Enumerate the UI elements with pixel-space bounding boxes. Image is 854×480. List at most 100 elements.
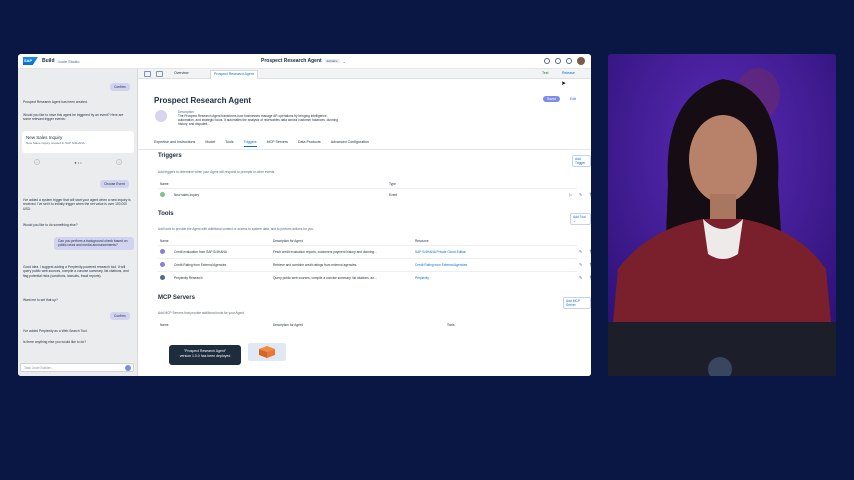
delete-icon[interactable]: 🗑 — [589, 249, 591, 254]
tool-resource-link[interactable]: Credit Rating from External Agencies — [415, 263, 467, 267]
confirm-chip[interactable]: Confirm — [110, 83, 130, 92]
test-button[interactable]: Test — [542, 71, 548, 75]
release-button[interactable]: Release — [562, 71, 575, 75]
mcp-description: Add MCP Servers that provide additional … — [158, 311, 245, 315]
tool-resource-link[interactable]: SAP S/4HANA Private Cloud Edition — [415, 250, 466, 254]
chat-toggle-icon[interactable] — [144, 71, 151, 77]
agent-description: The Prospect Research Agent transforms h… — [178, 114, 338, 126]
presenter-video — [608, 54, 836, 376]
delete-icon[interactable]: 🗑 — [589, 192, 591, 197]
chat-message: Would you like to have this agent be tri… — [23, 113, 124, 122]
chevron-right-icon[interactable]: › — [115, 159, 122, 165]
add-tool-button[interactable]: Add Tool ⌄ — [570, 213, 591, 225]
mcp-servers-heading: MCP Servers — [158, 295, 195, 301]
shell-bar: SAP Build Joule Studio Prospect Research… — [18, 54, 591, 69]
card-title: New Sales Inquiry — [26, 135, 63, 140]
choose-event-chip[interactable]: Choose Event — [100, 180, 129, 189]
chevron-down-icon[interactable]: ⌄ — [343, 59, 346, 64]
deploy-toast: "Prospect Research Agent" version 1.0.0 … — [169, 345, 241, 365]
edit-icon[interactable]: ✎ — [579, 262, 582, 267]
layout-icon[interactable] — [156, 71, 163, 77]
project-title: Prospect Research Agent — [261, 58, 322, 64]
trigger-name: New sales inquiry — [174, 193, 199, 197]
tool-name: Perplexity Research — [174, 276, 203, 280]
confirm-chip[interactable]: Confirm — [110, 312, 130, 321]
edit-icon[interactable]: ✎ — [579, 249, 582, 254]
chat-message: I've added Perplexity as a Web Search To… — [23, 329, 88, 333]
tool-icon — [160, 275, 165, 280]
column-header: Type — [389, 182, 396, 186]
product-name: Joule Studio — [57, 58, 80, 64]
notification-icon[interactable] — [544, 58, 550, 64]
chat-input[interactable]: Task Joule Builder... — [20, 363, 134, 372]
user-message: Can you perform a background check based… — [54, 237, 134, 250]
table-row[interactable]: Perplexity Research Query public web sou… — [158, 271, 591, 283]
trigger-type: Event — [389, 193, 398, 197]
chat-message: Prospect Research Agent has been created… — [23, 100, 88, 104]
delete-icon[interactable]: 🗑 — [589, 262, 591, 267]
edit-icon[interactable]: ✎ — [579, 275, 582, 280]
tab-tools[interactable]: Tools — [225, 140, 233, 147]
delete-icon[interactable]: 🗑 — [589, 275, 591, 280]
chat-message: I've added a system trigger that will st… — [23, 198, 131, 211]
play-icon[interactable]: ▷ — [569, 192, 572, 197]
sap-logo[interactable]: SAP — [23, 57, 38, 65]
tool-resource-link[interactable]: Perplexity — [415, 276, 429, 280]
help-icon[interactable] — [566, 58, 572, 64]
section-tabs: Expertise and Instructions Model Tools T… — [154, 140, 369, 147]
avatar[interactable] — [577, 57, 585, 65]
tab-expertise[interactable]: Expertise and Instructions — [154, 140, 195, 147]
card-carousel: ‹ ● • • › — [34, 158, 122, 166]
presenter-image — [608, 54, 836, 376]
mouse-cursor-icon: ➤ — [561, 81, 567, 87]
tab-agent[interactable]: Prospect Research Agent — [210, 70, 258, 79]
chat-message: Is there anything else you would like to… — [23, 340, 87, 344]
chevron-left-icon[interactable]: ‹ — [34, 159, 40, 165]
package-icon — [259, 346, 275, 358]
column-header: Name — [160, 239, 169, 243]
table-row[interactable]: Credit Rating from External Agencies Ret… — [158, 258, 591, 270]
package-illustration — [248, 343, 286, 361]
column-header: Description for Agent — [273, 323, 303, 327]
carousel-dots: ● • • — [74, 159, 82, 165]
status-badge: Saved — [543, 96, 561, 102]
edit-button[interactable]: Edit — [570, 97, 576, 101]
tab-triggers[interactable]: Triggers — [243, 140, 257, 147]
tool-description: Query public web sources, compile a conc… — [273, 276, 377, 280]
triggers-heading: Triggers — [158, 153, 182, 159]
editable-badge: Editable — [324, 59, 340, 63]
trigger-event-card[interactable]: New Sales Inquiry New Sales Inquiry crea… — [22, 131, 134, 153]
tab-model[interactable]: Model — [205, 140, 215, 147]
editor-tab-bar: Overview Prospect Research Agent Test Re… — [138, 69, 591, 79]
add-mcp-server-button[interactable]: Add MCP Server — [563, 297, 591, 309]
settings-icon[interactable] — [555, 58, 561, 64]
page-title: Prospect Research Agent — [154, 96, 252, 105]
joule-studio-window: SAP Build Joule Studio Prospect Research… — [18, 54, 591, 376]
triggers-description: Add triggers to determine when your Agen… — [158, 170, 276, 174]
trigger-icon — [160, 192, 165, 197]
tab-advanced-configuration[interactable]: Advanced Configuration — [331, 140, 369, 147]
column-header: Name — [160, 323, 169, 327]
table-row[interactable]: Credit evaluation from SAP S/4HANA Fetch… — [158, 245, 591, 257]
chat-message: Want me to set that up? — [23, 298, 58, 302]
column-header: Description for Agent — [273, 239, 303, 243]
tab-mcp-servers[interactable]: MCP Servers — [267, 140, 288, 147]
edit-icon[interactable]: ✎ — [579, 192, 582, 197]
brand-name: Build — [42, 58, 55, 64]
column-header: Resource — [415, 239, 429, 243]
add-trigger-button[interactable]: Add Trigger — [572, 155, 591, 167]
tool-description: Fetch credit evaluation reports, custome… — [273, 250, 377, 254]
table-row[interactable]: New sales inquiry Event ▷ ✎ 🗑 — [158, 188, 591, 200]
joule-chat-panel: Confirm Prospect Research Agent has been… — [18, 69, 138, 376]
chat-message: Would you like to do something else? — [23, 223, 78, 227]
agent-icon — [155, 110, 167, 122]
tool-icon — [160, 249, 165, 254]
divider — [138, 149, 591, 150]
tab-overview[interactable]: Overview — [174, 71, 189, 75]
toast-line: version 1.0.0 has been deployed — [179, 354, 231, 358]
tool-name: Credit evaluation from SAP S/4HANA — [174, 250, 227, 254]
send-icon[interactable] — [125, 365, 131, 371]
chat-input-placeholder: Task Joule Builder... — [24, 366, 54, 370]
column-header: Name — [160, 182, 169, 186]
tab-data-products[interactable]: Data Products — [298, 140, 321, 147]
